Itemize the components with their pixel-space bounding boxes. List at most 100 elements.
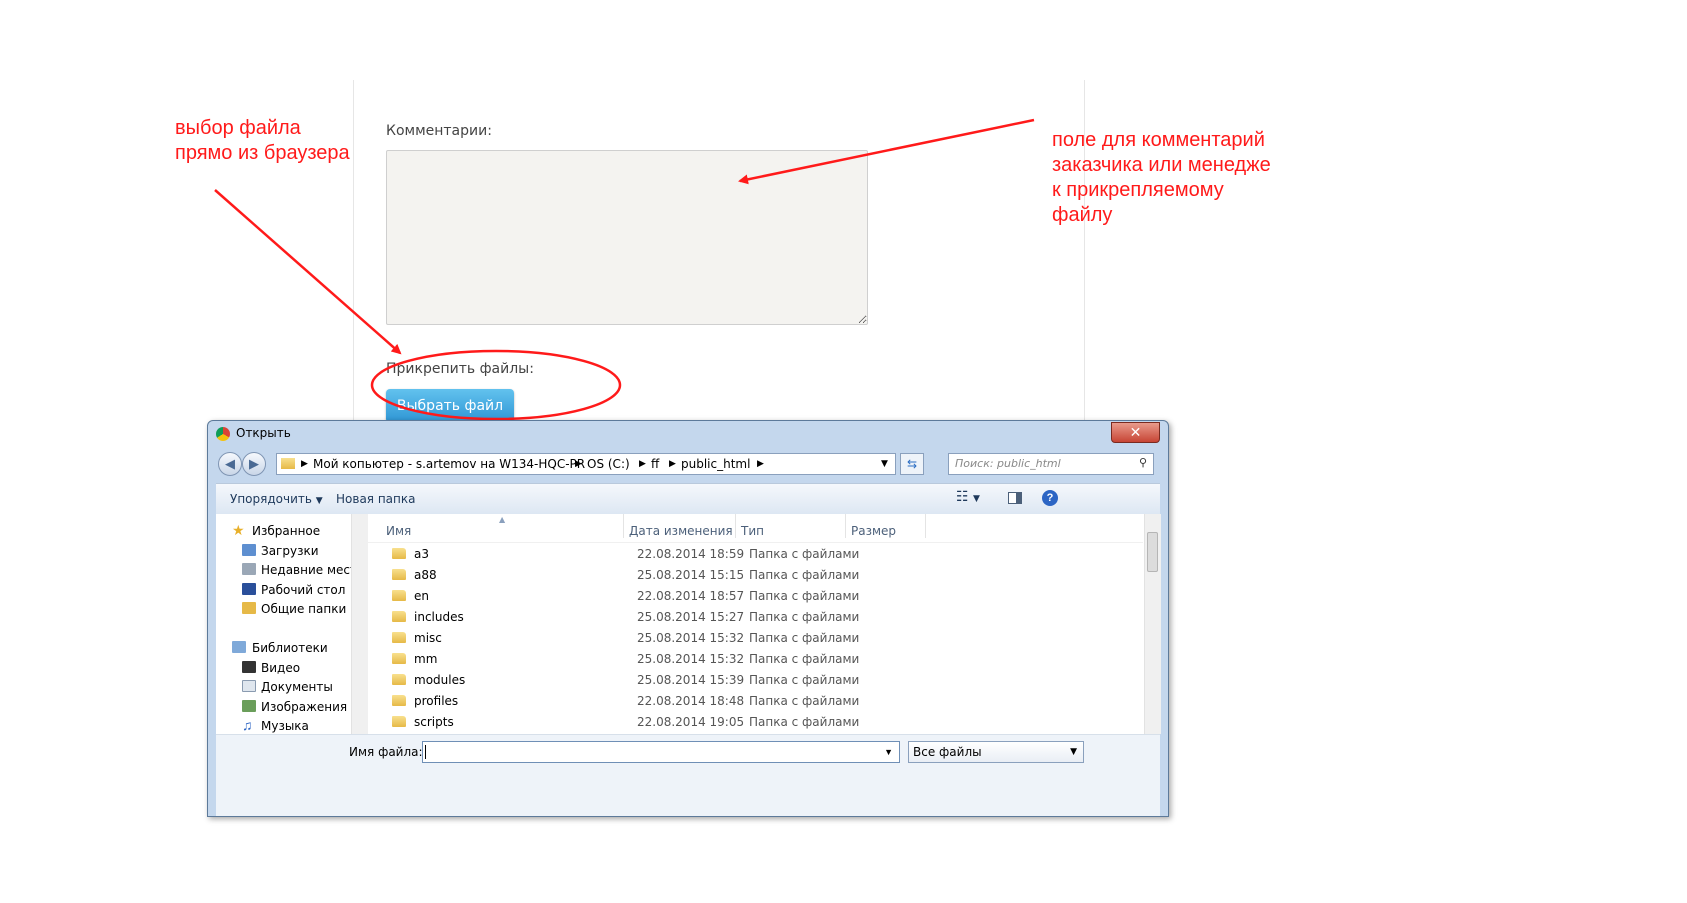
file-date: 25.08.2014 15:15: [637, 568, 745, 582]
column-separator: [735, 514, 736, 538]
crumb-arrow-icon: ▶: [757, 459, 764, 469]
address-bar[interactable]: ▶ Мой копьютер - s.artemov на W134-HQC-P…: [276, 453, 896, 475]
address-row: ◀ ▶ ▶ Мой копьютер - s.artemov на W134-H…: [216, 451, 1160, 477]
file-name: misc: [414, 631, 442, 645]
music-icon: ♫: [242, 717, 253, 733]
new-folder-button[interactable]: Новая папка: [336, 492, 415, 506]
col-name[interactable]: Имя: [386, 524, 411, 538]
annotation-circle: [370, 349, 622, 421]
shared-folder-icon: [242, 602, 256, 614]
list-item[interactable]: profiles 22.08.2014 18:48 Папка с файлами: [386, 691, 1086, 711]
nav-scrollbar[interactable]: [351, 514, 368, 734]
desktop-icon: [242, 583, 256, 595]
help-icon[interactable]: ?: [1042, 490, 1058, 506]
folder-icon: [392, 674, 406, 685]
nav-shared[interactable]: Общие папки: [261, 602, 346, 616]
list-item[interactable]: includes 25.08.2014 15:27 Папка с файлами: [386, 607, 1086, 627]
back-button[interactable]: ◀: [218, 452, 242, 476]
file-name: en: [414, 589, 429, 603]
crumb-drive[interactable]: OS (C:): [587, 457, 630, 471]
list-item[interactable]: mm 25.08.2014 15:32 Папка с файлами: [386, 649, 1086, 669]
forward-arrow-icon: ▶: [249, 456, 259, 471]
forward-button[interactable]: ▶: [242, 452, 266, 476]
col-type[interactable]: Тип: [741, 524, 764, 538]
file-date: 22.08.2014 18:48: [637, 694, 745, 708]
libraries-icon: [232, 641, 246, 653]
file-type: Папка с файлами: [749, 652, 860, 666]
nav-favorites[interactable]: Избранное: [252, 524, 320, 538]
filename-input[interactable]: ▼: [422, 741, 900, 763]
list-item[interactable]: a88 25.08.2014 15:15 Папка с файлами: [386, 565, 1086, 585]
dialog-bottom-bar: Имя файла: ▼ Все файлы ▼: [216, 734, 1160, 816]
nav-music[interactable]: Музыка: [261, 719, 309, 733]
refresh-icon: ⇆: [906, 457, 918, 471]
nav-desktop[interactable]: Рабочий стол: [261, 583, 345, 597]
dialog-toolbar: Упорядочить ▼ Новая папка ☷ ▼ ?: [216, 483, 1160, 515]
file-date: 22.08.2014 18:57: [637, 589, 745, 603]
nav-downloads[interactable]: Загрузки: [261, 544, 319, 558]
file-type: Папка с файлами: [749, 568, 860, 582]
file-name: mm: [414, 652, 438, 666]
file-type: Папка с файлами: [749, 547, 860, 561]
crumb-arrow-icon: ▶: [669, 459, 676, 469]
filename-label: Имя файла:: [349, 745, 423, 759]
crumb-public-html[interactable]: public_html: [681, 457, 750, 471]
file-type-filter[interactable]: Все файлы ▼: [908, 741, 1084, 763]
refresh-button[interactable]: ⇆: [900, 453, 924, 475]
crumb-computer[interactable]: Мой копьютер - s.artemov на W134-HQC-PR: [313, 457, 585, 471]
nav-images[interactable]: Изображения: [261, 700, 347, 714]
folder-icon: [392, 548, 406, 559]
filter-value: Все файлы: [913, 745, 982, 759]
organize-menu[interactable]: Упорядочить ▼: [230, 492, 323, 506]
crumb-ff[interactable]: ff: [651, 457, 659, 471]
file-type: Папка с файлами: [749, 610, 860, 624]
nav-documents[interactable]: Документы: [261, 680, 333, 694]
video-icon: [242, 661, 256, 673]
file-type: Папка с файлами: [749, 631, 860, 645]
col-date[interactable]: Дата изменения: [629, 524, 733, 538]
dialog-content: ★ Избранное Загрузки Недавние места Рабо…: [216, 514, 1161, 816]
file-date: 22.08.2014 19:05: [637, 715, 745, 729]
search-input[interactable]: Поиск: public_html ⚲: [948, 453, 1154, 475]
file-name: a88: [414, 568, 437, 582]
chevron-down-icon[interactable]: ▼: [881, 459, 888, 469]
nav-recent[interactable]: Недавние места: [261, 563, 364, 577]
nav-video[interactable]: Видео: [261, 661, 300, 675]
view-options-icon[interactable]: ☷ ▼: [956, 489, 980, 505]
file-date: 25.08.2014 15:39: [637, 673, 745, 687]
close-button[interactable]: ✕: [1111, 422, 1160, 443]
file-name: scripts: [414, 715, 454, 729]
list-item[interactable]: en 22.08.2014 18:57 Папка с файлами: [386, 586, 1086, 606]
file-list-scrollbar[interactable]: [1144, 514, 1161, 734]
col-size[interactable]: Размер: [851, 524, 896, 538]
crumb-arrow-icon: ▶: [301, 459, 308, 469]
file-type: Папка с файлами: [749, 589, 860, 603]
star-icon: ★: [232, 522, 245, 538]
file-type: Папка с файлами: [749, 673, 860, 687]
chrome-icon: [216, 427, 230, 441]
navigation-pane: ★ Избранное Загрузки Недавние места Рабо…: [216, 514, 367, 734]
preview-pane-icon[interactable]: [1008, 492, 1022, 504]
column-separator: [845, 514, 846, 538]
nav-libraries[interactable]: Библиотеки: [252, 641, 328, 655]
list-item[interactable]: a3 22.08.2014 18:59 Папка с файлами: [386, 544, 1086, 564]
list-item[interactable]: scripts 22.08.2014 19:05 Папка с файлами: [386, 712, 1086, 732]
folder-icon: [392, 569, 406, 580]
chevron-down-icon[interactable]: ▼: [884, 747, 893, 757]
file-name: includes: [414, 610, 464, 624]
folder-icon: [392, 611, 406, 622]
folder-icon: [281, 458, 295, 469]
list-item[interactable]: misc 25.08.2014 15:32 Папка с файлами: [386, 628, 1086, 648]
chevron-down-icon: ▼: [315, 496, 323, 506]
search-icon: ⚲: [1138, 456, 1147, 469]
scrollbar-thumb[interactable]: [1147, 532, 1158, 572]
open-file-dialog: Открыть ✕ ◀ ▶ ▶ Мой копьютер - s.artemov…: [207, 420, 1169, 817]
list-item[interactable]: modules 25.08.2014 15:39 Папка с файлами: [386, 670, 1086, 690]
column-separator: [623, 514, 624, 538]
file-date: 25.08.2014 15:27: [637, 610, 745, 624]
text-cursor: [425, 745, 426, 759]
folder-icon: [392, 695, 406, 706]
annotation-arrow-right: [738, 118, 1035, 185]
file-date: 25.08.2014 15:32: [637, 652, 745, 666]
file-name: a3: [414, 547, 429, 561]
